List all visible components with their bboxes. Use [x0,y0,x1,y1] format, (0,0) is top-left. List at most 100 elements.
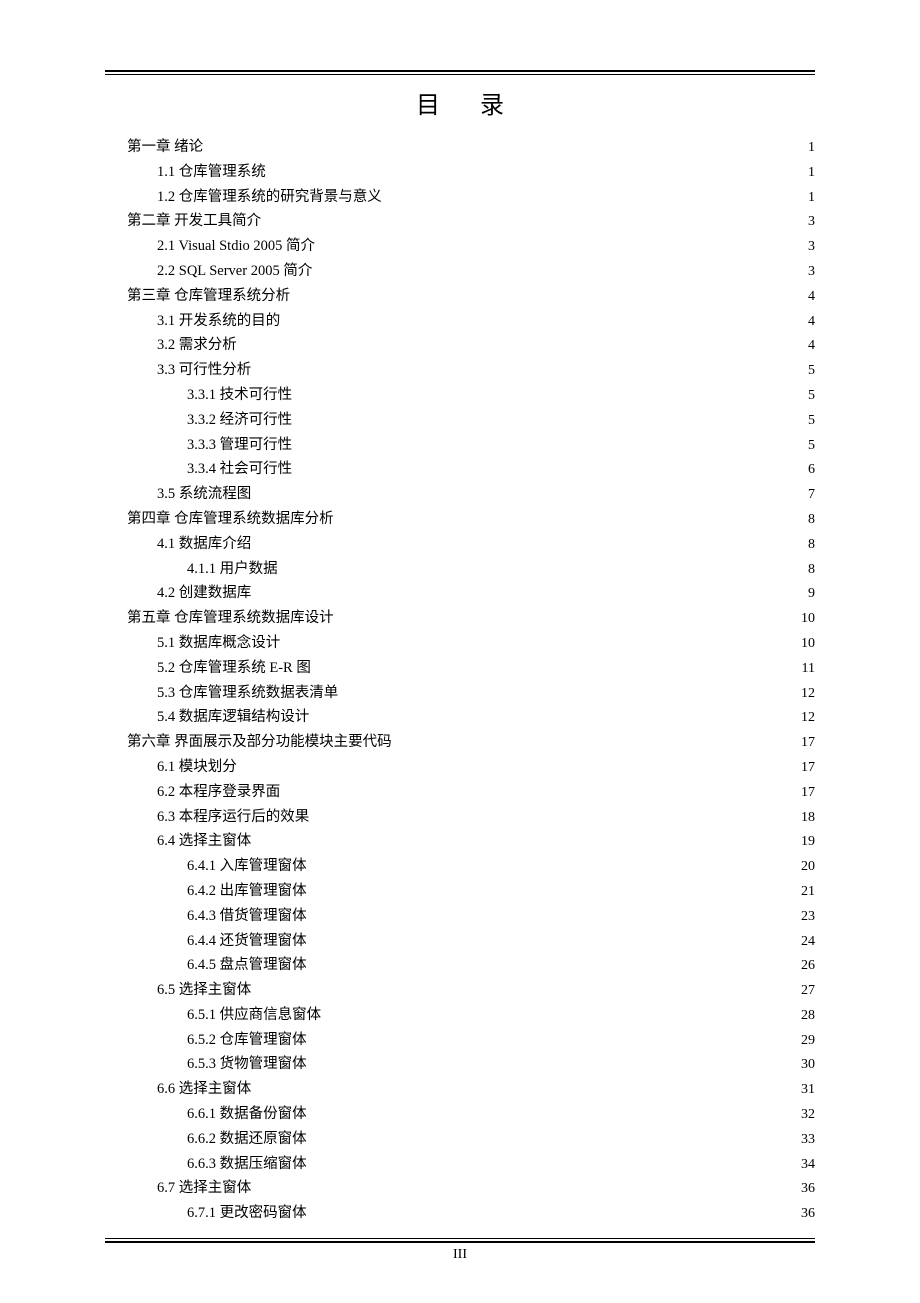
toc-entry-label: 6.4 选择主窗体 [157,829,251,854]
toc-entry: 6.7 选择主窗体 36 [105,1176,815,1201]
toc-entry-label: 2.1 Visual Stdio 2005 简介 [157,234,315,259]
toc-entry-page: 5 [808,434,815,458]
toc-entry-label: 4.1.1 用户数据 [187,557,278,582]
toc-entry-page: 7 [808,483,815,507]
toc-entry-label: 6.4.1 入库管理窗体 [187,854,307,879]
toc-entry-label: 第三章 仓库管理系统分析 [127,284,290,309]
toc-entry: 3.3.3 管理可行性5 [105,433,815,458]
toc-entry: 3.3.1 技术可行性5 [105,383,815,408]
toc-entry: 第四章 仓库管理系统数据库分析8 [105,507,815,532]
toc-entry-page: 5 [808,359,815,383]
toc-entry-page: 11 [802,657,815,681]
toc-entry-label: 5.1 数据库概念设计 [157,631,280,656]
toc-entry-page: 28 [801,1004,815,1028]
toc-entry-label: 6.5 选择主窗体 [157,978,251,1003]
page-number: III [105,1247,815,1263]
toc-entry-page: 33 [801,1128,815,1152]
toc-entry-page: 27 [801,979,815,1003]
toc-entry: 6.4.1 入库管理窗体20 [105,854,815,879]
toc-entry-page: 3 [808,210,815,234]
toc-entry: 6.4.5 盘点管理窗体 26 [105,953,815,978]
toc-entry-page: 5 [808,384,815,408]
header-rule-thin [105,74,815,75]
toc-entry: 5.4 数据库逻辑结构设计 12 [105,705,815,730]
toc-entry: 4.2 创建数据库9 [105,581,815,606]
toc-entry-label: 3.3 可行性分析 [157,358,251,383]
toc-entry-page: 10 [801,632,815,656]
toc-entry: 第二章 开发工具简介 3 [105,209,815,234]
toc-entry-label: 3.2 需求分析 [157,333,237,358]
toc-entry: 6.4.4 还货管理窗体24 [105,929,815,954]
toc-entry-page: 30 [801,1053,815,1077]
toc-entry: 6.4 选择主窗体 19 [105,829,815,854]
toc-entry-label: 3.3.2 经济可行性 [187,408,292,433]
toc-entry-label: 第四章 仓库管理系统数据库分析 [127,507,334,532]
toc-entry-page: 3 [808,235,815,259]
toc-entry-label: 6.7 选择主窗体 [157,1176,251,1201]
toc-entry: 6.5.3 货物管理窗体30 [105,1052,815,1077]
toc-entry-page: 24 [801,930,815,954]
toc-entry-page: 4 [808,334,815,358]
toc-entry-label: 4.1 数据库介绍 [157,532,251,557]
toc-entry-label: 6.6.3 数据压缩窗体 [187,1152,307,1177]
toc-entry-label: 5.2 仓库管理系统 E-R 图 [157,656,311,681]
toc-entry: 第六章 界面展示及部分功能模块主要代码 17 [105,730,815,755]
toc-entry: 3.1 开发系统的目的 4 [105,309,815,334]
toc-entry: 第五章 仓库管理系统数据库设计 10 [105,606,815,631]
toc-entry-label: 第六章 界面展示及部分功能模块主要代码 [127,730,392,755]
toc-entry: 第三章 仓库管理系统分析 4 [105,284,815,309]
toc-entry: 6.2 本程序登录界面17 [105,780,815,805]
toc-entry-page: 6 [808,458,815,482]
toc-entry-page: 1 [808,186,815,210]
toc-entry-label: 3.1 开发系统的目的 [157,309,280,334]
toc-entry-label: 5.3 仓库管理系统数据表清单 [157,681,338,706]
toc-entry-label: 第五章 仓库管理系统数据库设计 [127,606,334,631]
toc-entry-page: 9 [808,582,815,606]
toc-entry-label: 2.2 SQL Server 2005 简介 [157,259,312,284]
toc-entry-page: 3 [808,260,815,284]
toc-entry-label: 6.4.3 借货管理窗体 [187,904,307,929]
toc-entry: 2.2 SQL Server 2005 简介 3 [105,259,815,284]
toc-entry-page: 17 [801,731,815,755]
toc-entry-page: 4 [808,310,815,334]
toc-entry: 3.3 可行性分析 5 [105,358,815,383]
toc-entry-page: 18 [801,806,815,830]
toc-entry-page: 12 [801,706,815,730]
toc-entry-label: 3.3.4 社会可行性 [187,457,292,482]
toc-entry-page: 21 [801,880,815,904]
header-rule-thick [105,70,815,72]
toc-entry-page: 8 [808,533,815,557]
toc-entry: 4.1 数据库介绍 8 [105,532,815,557]
toc-entry: 6.5 选择主窗体 27 [105,978,815,1003]
toc-entry: 6.7.1 更改密码窗体36 [105,1201,815,1226]
toc-entry-label: 第二章 开发工具简介 [127,209,261,234]
toc-entry-page: 4 [808,285,815,309]
toc-entry: 6.5.1 供应商信息窗体28 [105,1003,815,1028]
toc-entry-page: 1 [808,136,815,160]
toc-entry-page: 31 [801,1078,815,1102]
toc-entry-label: 第一章 绪论 [127,135,203,160]
toc-entry: 6.6.1 数据备份窗体 32 [105,1102,815,1127]
toc-entry-page: 23 [801,905,815,929]
toc-entry: 3.2 需求分析 4 [105,333,815,358]
toc-entry-page: 36 [801,1177,815,1201]
toc-entry-page: 17 [801,756,815,780]
toc-entry-page: 19 [801,830,815,854]
toc-entry: 3.3.2 经济可行性5 [105,408,815,433]
toc-entry-page: 12 [801,682,815,706]
toc-entry: 4.1.1 用户数据8 [105,557,815,582]
toc-entry-label: 6.4.5 盘点管理窗体 [187,953,307,978]
toc-entry: 3.3.4 社会可行性 6 [105,457,815,482]
toc-entry-label: 5.4 数据库逻辑结构设计 [157,705,309,730]
toc-entry-label: 6.6.1 数据备份窗体 [187,1102,307,1127]
toc-entry-label: 6.3 本程序运行后的效果 [157,805,309,830]
toc-entry: 2.1 Visual Stdio 2005 简介 3 [105,234,815,259]
toc-entry-label: 6.4.2 出库管理窗体 [187,879,307,904]
toc-entry-page: 32 [801,1103,815,1127]
toc-entry-page: 26 [801,954,815,978]
toc-entry: 6.4.2 出库管理窗体 21 [105,879,815,904]
toc-entry: 第一章 绪论 1 [105,135,815,160]
toc-entry-label: 6.6 选择主窗体 [157,1077,251,1102]
toc-entry-page: 10 [801,607,815,631]
page-title: 目录 [105,85,815,120]
